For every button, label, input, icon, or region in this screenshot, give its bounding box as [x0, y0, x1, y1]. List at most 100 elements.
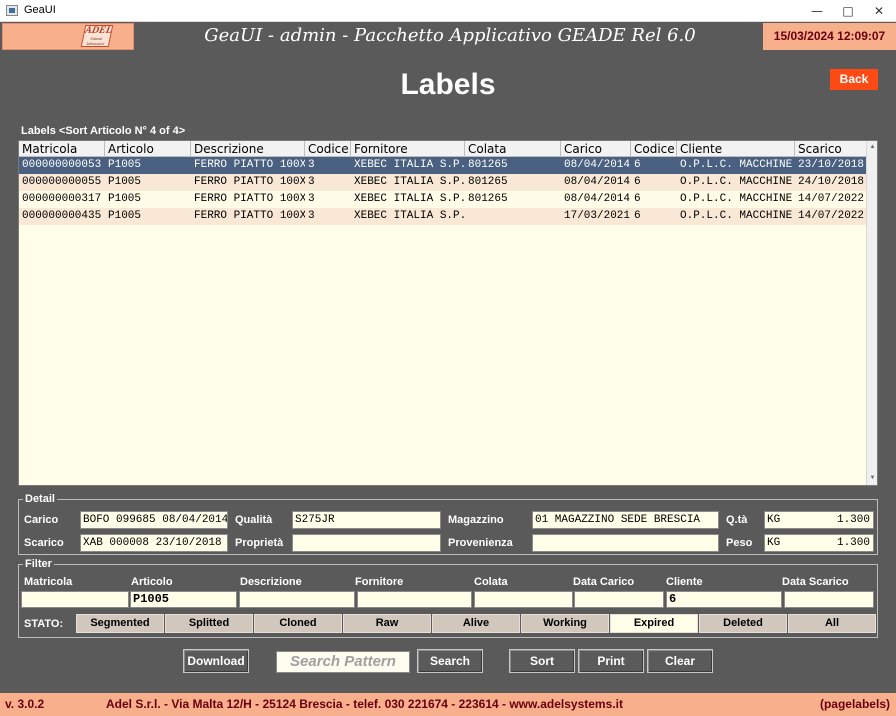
print-button[interactable]: Print — [578, 649, 644, 673]
table-cell: XEBEC ITALIA S.P. — [354, 193, 465, 205]
app-header: ADEL Sistemi Informatici GeaUI - admin - … — [0, 22, 896, 50]
stato-expired-button[interactable]: Expired — [610, 614, 698, 633]
table-cell: 000000000435 — [22, 210, 102, 222]
magazzino-field[interactable]: 01 MAGAZZINO SEDE BRESCIA — [532, 511, 719, 529]
stato-raw-button[interactable]: Raw — [343, 614, 431, 633]
filter-input-cliente[interactable]: 6 — [666, 591, 782, 608]
peso-field[interactable]: KG 1.300 — [764, 534, 874, 552]
filter-label: Fornitore — [355, 576, 404, 588]
table-cell: 08/04/2014 — [564, 159, 631, 171]
column-header[interactable]: Fornitore — [351, 141, 465, 157]
stato-alive-button[interactable]: Alive — [432, 614, 520, 633]
close-icon[interactable]: ✕ — [862, 0, 896, 22]
clear-button[interactable]: Clear — [647, 649, 713, 673]
carico-label: Carico — [24, 514, 59, 526]
page-title: Labels — [400, 68, 496, 101]
table-row[interactable]: 000000000055 P1005 FERRO PIATTO 100X 3 XEBEC… — [19, 174, 867, 191]
scroll-down-icon[interactable]: ▼ — [867, 473, 877, 484]
filter-label: Data Scarico — [782, 576, 849, 588]
stato-label: STATO: — [24, 618, 64, 630]
filter-input-data-carico[interactable] — [574, 591, 664, 608]
peso-value: 1.300 — [836, 537, 870, 549]
carico-field[interactable]: BOFO 099685 08/04/2014 — [80, 511, 228, 529]
table-cell: FERRO PIATTO 100X — [194, 193, 305, 205]
table-cell: P1005 — [108, 176, 142, 188]
table-cell: 3 — [308, 159, 315, 171]
table-cell: O.P.L.C. MACCHINE — [680, 193, 793, 205]
table-cell: 24/10/2018 — [798, 176, 865, 188]
app-window: GeaUI — □ ✕ ADEL Sistemi Informatici GeaUI … — [0, 0, 896, 716]
column-header[interactable]: Scarico — [795, 141, 867, 157]
proprieta-field[interactable] — [292, 534, 441, 552]
qualita-field[interactable]: S275JR — [292, 511, 441, 529]
app-icon — [6, 5, 18, 16]
company-info: Adel S.r.l. - Via Malta 12/H - 25124 Bre… — [106, 697, 623, 711]
table-cell: 6 — [634, 176, 641, 188]
filter-input-data-scarico[interactable] — [784, 591, 874, 608]
stato-segmented-button[interactable]: Segmented — [76, 614, 164, 633]
table-cell: O.P.L.C. MACCHINE — [680, 159, 793, 171]
column-header[interactable]: Codice — [631, 141, 677, 157]
scarico-field[interactable]: XAB 000008 23/10/2018 — [80, 534, 228, 552]
qta-value: 1.300 — [836, 514, 870, 526]
table-cell: 000000000053 — [22, 159, 102, 171]
filter-label: Descrizione — [240, 576, 302, 588]
table-cell: P1005 — [108, 210, 142, 222]
table-cell: 08/04/2014 — [564, 193, 631, 205]
qta-field[interactable]: KG 1.300 — [764, 511, 874, 529]
sort-button[interactable]: Sort — [509, 649, 575, 673]
table-row[interactable]: 000000000435 P1005 FERRO PIATTO 100X 3 XEBEC… — [19, 208, 867, 225]
column-header[interactable]: Descrizione — [191, 141, 305, 157]
filter-input-colata[interactable] — [474, 591, 573, 608]
filter-label: Matricola — [24, 576, 73, 588]
stato-deleted-button[interactable]: Deleted — [699, 614, 787, 633]
filter-label: Cliente — [666, 576, 703, 588]
column-header[interactable]: Cliente — [677, 141, 795, 157]
current-datetime: 15/03/2024 12:09:07 — [763, 23, 896, 50]
search-pattern-input[interactable]: Search Pattern — [276, 651, 410, 673]
stato-all-button[interactable]: All — [788, 614, 876, 633]
table-cell: 6 — [634, 193, 641, 205]
minimize-icon[interactable]: — — [800, 0, 834, 22]
scroll-up-icon[interactable]: ▲ — [867, 142, 877, 153]
filter-input-descrizione[interactable] — [239, 591, 355, 608]
list-caption: Labels <Sort Articolo N° 4 of 4> — [21, 125, 186, 137]
filter-input-matricola[interactable] — [21, 591, 129, 608]
column-header[interactable]: Matricola — [19, 141, 105, 157]
vertical-scrollbar[interactable]: ▲ ▼ — [866, 141, 877, 485]
download-button[interactable]: Download — [183, 649, 249, 673]
table-cell: 23/10/2018 — [798, 159, 865, 171]
table-cell: 3 — [308, 210, 315, 222]
table-cell: 801265 — [468, 193, 508, 205]
maximize-icon[interactable]: □ — [831, 0, 865, 22]
filter-label: Data Carico — [573, 576, 635, 588]
stato-splitted-button[interactable]: Splitted — [165, 614, 253, 633]
peso-label: Peso — [726, 537, 753, 549]
peso-unit: KG — [767, 537, 781, 549]
column-header[interactable]: Carico — [561, 141, 631, 157]
labels-table[interactable]: Matricola Articolo Descrizione Codice Fornit… — [18, 140, 878, 486]
stato-cloned-button[interactable]: Cloned — [254, 614, 342, 633]
stato-working-button[interactable]: Working — [521, 614, 609, 633]
filter-input-articolo[interactable]: P1005 — [130, 591, 237, 608]
column-header[interactable]: Articolo — [105, 141, 191, 157]
page-id: (pagelabels) — [819, 697, 890, 711]
provenienza-field[interactable] — [532, 534, 719, 552]
table-cell: 000000000055 — [22, 176, 102, 188]
table-row[interactable]: 000000000053 P1005 FERRO PIATTO 100X 3 XEBEC… — [19, 157, 867, 174]
footer-bar: v. 3.0.2 Adel S.r.l. - Via Malta 12/H - … — [0, 693, 896, 716]
column-header[interactable]: Codice — [305, 141, 351, 157]
table-cell: FERRO PIATTO 100X — [194, 159, 305, 171]
column-header[interactable]: Colata — [465, 141, 561, 157]
table-cell: 6 — [634, 210, 641, 222]
app-title: GeaUI - admin - Pacchetto Applicativo GE… — [204, 25, 696, 46]
search-button[interactable]: Search — [417, 649, 483, 673]
table-cell: 08/04/2014 — [564, 176, 631, 188]
back-button[interactable]: Back — [830, 69, 878, 90]
table-row[interactable]: 000000000317 P1005 FERRO PIATTO 100X 3 XEBEC… — [19, 191, 867, 208]
table-header: Matricola Articolo Descrizione Codice Fornit… — [19, 141, 867, 157]
filter-label: Colata — [474, 576, 508, 588]
filter-input-fornitore[interactable] — [357, 591, 472, 608]
company-logo: ADEL Sistemi Informatici — [2, 23, 134, 50]
window-titlebar[interactable]: GeaUI — □ ✕ — [0, 0, 896, 22]
